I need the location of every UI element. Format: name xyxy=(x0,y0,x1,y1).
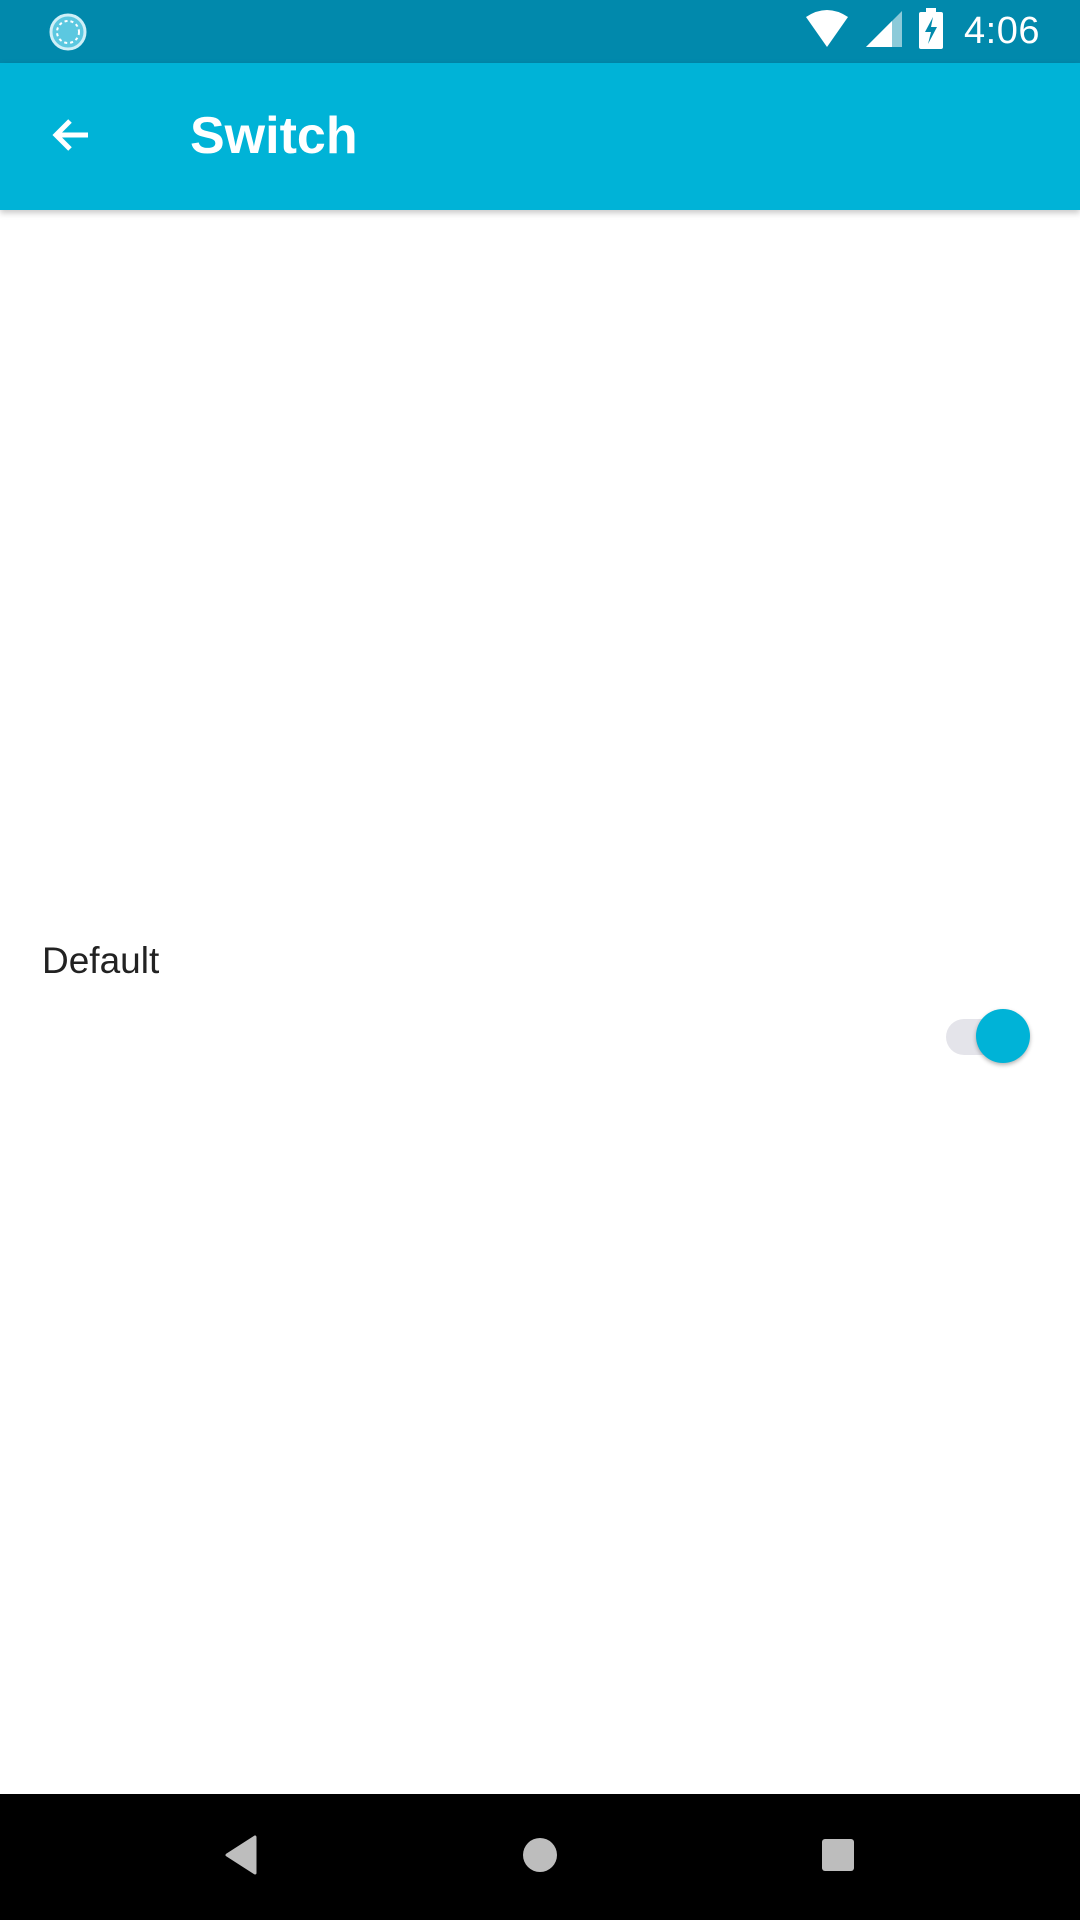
status-bar: 4:06 xyxy=(0,0,1080,63)
recents-square-icon xyxy=(820,1837,856,1878)
sync-icon xyxy=(46,12,90,52)
home-circle-icon xyxy=(520,1835,560,1880)
nav-home-button[interactable] xyxy=(505,1822,575,1892)
back-triangle-icon xyxy=(221,1833,261,1882)
battery-charging-icon xyxy=(918,8,944,55)
status-icons: 4:06 xyxy=(804,0,1040,63)
nav-bar xyxy=(0,1794,1080,1920)
switch-thumb xyxy=(976,1009,1030,1063)
content-area: Default xyxy=(0,210,1080,1794)
cell-signal-icon xyxy=(864,9,904,54)
wifi-icon xyxy=(804,9,850,54)
switch-label: Default xyxy=(42,940,160,981)
default-switch[interactable] xyxy=(944,1005,1030,1063)
back-button[interactable] xyxy=(30,95,114,179)
app-bar: Switch xyxy=(0,63,1080,210)
nav-recents-button[interactable] xyxy=(803,1822,873,1892)
nav-back-button[interactable] xyxy=(206,1822,276,1892)
screen: 4:06 Switch Default xyxy=(0,0,1080,1920)
page-title: Switch xyxy=(190,107,358,165)
status-time: 4:06 xyxy=(964,10,1040,52)
arrow-back-icon xyxy=(48,111,96,164)
